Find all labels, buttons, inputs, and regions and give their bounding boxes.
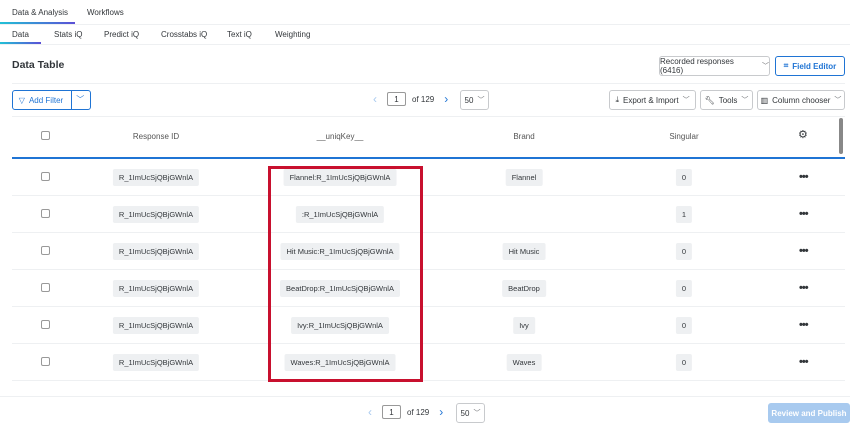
recorded-responses-dropdown[interactable]: Recorded responses (6416) ﹀: [659, 56, 770, 76]
bottom-pager: ‹ 1 of 129 ›: [368, 405, 443, 419]
brand-cell: BeatDrop: [502, 280, 546, 297]
prev-page-icon[interactable]: ‹: [373, 92, 377, 106]
divider: [0, 396, 850, 397]
brand-cell: Waves: [506, 354, 542, 371]
brand-cell: Hit Music: [502, 243, 546, 260]
response-id-cell: R_1ImUcSjQBjGWnlA: [112, 354, 200, 371]
columns-icon: ▥: [760, 95, 769, 105]
column-header-uniqkey[interactable]: __uniqKey__: [317, 132, 364, 141]
subtab-crosstabs-iq[interactable]: Crosstabs iQ: [161, 30, 207, 39]
singular-cell: 0: [675, 243, 693, 260]
field-editor-icon: ⌗: [783, 61, 789, 70]
page-input[interactable]: 1: [387, 92, 406, 106]
column-chooser-button[interactable]: ▥ Column chooser ﹀: [757, 90, 845, 110]
page-count: of 129: [407, 407, 430, 417]
page-title: Data Table: [12, 59, 65, 71]
response-id-cell: R_1ImUcSjQBjGWnlA: [112, 206, 200, 223]
review-and-publish-button[interactable]: Review and Publish: [768, 403, 850, 423]
more-actions-icon[interactable]: •••: [799, 319, 809, 331]
chevron-down-icon: ﹀: [477, 97, 485, 104]
divider: [12, 116, 845, 117]
tools-label: Tools: [718, 95, 738, 105]
row-checkbox[interactable]: [41, 320, 50, 329]
column-header-response-id[interactable]: Response ID: [133, 132, 179, 141]
brand-cell: Ivy: [513, 317, 535, 334]
singular-cell: 1: [675, 206, 693, 223]
chevron-down-icon: ﹀: [741, 97, 749, 104]
filter-dropdown-chevron-icon[interactable]: ﹀: [71, 91, 84, 109]
row-checkbox[interactable]: [41, 283, 50, 292]
response-id-cell: R_1ImUcSjQBjGWnlA: [112, 280, 200, 297]
export-import-button[interactable]: ⤓ Export & Import ﹀: [609, 90, 696, 110]
more-actions-icon[interactable]: •••: [799, 356, 809, 368]
next-page-icon[interactable]: ›: [444, 92, 448, 106]
divider: [12, 83, 845, 84]
per-page-select[interactable]: 50 ﹀: [456, 403, 485, 423]
next-page-icon[interactable]: ›: [439, 405, 443, 419]
row-checkbox[interactable]: [41, 246, 50, 255]
field-editor-label: Field Editor: [792, 61, 837, 71]
more-actions-icon[interactable]: •••: [799, 171, 809, 183]
page-count: of 129: [412, 94, 435, 104]
subtab-text-iq[interactable]: Text iQ: [227, 30, 252, 39]
active-tab-indicator: [0, 22, 75, 24]
top-pager: ‹ 1 of 129 ›: [373, 92, 448, 106]
more-actions-icon[interactable]: •••: [799, 245, 809, 257]
subtab-data[interactable]: Data: [12, 30, 29, 39]
singular-cell: 0: [675, 280, 693, 297]
active-subtab-indicator: [0, 42, 41, 44]
highlight-box: [268, 166, 423, 382]
page-input[interactable]: 1: [382, 405, 401, 419]
column-header-brand[interactable]: Brand: [513, 132, 534, 141]
more-actions-icon[interactable]: •••: [799, 208, 809, 220]
divider: [0, 44, 850, 45]
add-filter-label: Add Filter: [28, 95, 64, 105]
table-row: R_1ImUcSjQBjGWnlA Hit Music:R_1ImUcSjQBj…: [12, 233, 845, 270]
per-page-value: 50: [464, 95, 474, 105]
row-checkbox[interactable]: [41, 209, 50, 218]
prev-page-icon[interactable]: ‹: [368, 405, 372, 419]
chevron-down-icon: ﹀: [473, 410, 481, 417]
chevron-down-icon: ﹀: [682, 97, 690, 104]
per-page-select[interactable]: 50 ﹀: [460, 90, 489, 110]
brand-cell: Flannel: [505, 169, 543, 186]
wrench-icon: 🔧︎: [704, 95, 715, 105]
column-chooser-label: Column chooser: [772, 95, 831, 105]
tools-button[interactable]: 🔧︎ Tools ﹀: [700, 90, 753, 110]
divider: [0, 24, 850, 25]
singular-cell: 0: [675, 317, 693, 334]
recorded-responses-label: Recorded responses (6416): [660, 57, 734, 75]
select-all-checkbox[interactable]: [41, 131, 50, 140]
download-icon: ⤓: [615, 95, 619, 104]
response-id-cell: R_1ImUcSjQBjGWnlA: [112, 169, 200, 186]
table-row: R_1ImUcSjQBjGWnlA BeatDrop:R_1ImUcSjQBjG…: [12, 270, 845, 307]
table-row: R_1ImUcSjQBjGWnlA Ivy:R_1ImUcSjQBjGWnlA I…: [12, 307, 845, 344]
row-checkbox[interactable]: [41, 172, 50, 181]
response-id-cell: R_1ImUcSjQBjGWnlA: [112, 317, 200, 334]
filter-icon: ▽: [18, 95, 25, 105]
export-import-label: Export & Import: [622, 95, 679, 105]
add-filter-button[interactable]: ▽ Add Filter ﹀: [12, 90, 91, 110]
singular-cell: 0: [675, 354, 693, 371]
singular-cell: 0: [675, 169, 693, 186]
subtab-stats-iq[interactable]: Stats iQ: [54, 30, 82, 39]
tab-data-analysis[interactable]: Data & Analysis: [12, 8, 68, 17]
tab-workflows[interactable]: Workflows: [87, 8, 124, 17]
table-row: R_1ImUcSjQBjGWnlA Waves:R_1ImUcSjQBjGWnl…: [12, 344, 845, 381]
chevron-down-icon: ﹀: [834, 97, 842, 104]
more-actions-icon[interactable]: •••: [799, 282, 809, 294]
field-editor-button[interactable]: ⌗ Field Editor: [775, 56, 845, 76]
chevron-down-icon: ﹀: [762, 63, 769, 70]
response-id-cell: R_1ImUcSjQBjGWnlA: [112, 243, 200, 260]
gear-icon[interactable]: ⚙: [798, 128, 808, 141]
table-row: R_1ImUcSjQBjGWnlA Flannel:R_1ImUcSjQBjGW…: [12, 159, 845, 196]
row-checkbox[interactable]: [41, 357, 50, 366]
column-header-singular[interactable]: Singular: [669, 132, 698, 141]
scrollbar[interactable]: [839, 118, 843, 154]
subtab-weighting[interactable]: Weighting: [275, 30, 310, 39]
subtab-predict-iq[interactable]: Predict iQ: [104, 30, 139, 39]
per-page-value: 50: [460, 408, 470, 418]
table-row: R_1ImUcSjQBjGWnlA :R_1ImUcSjQBjGWnlA 1 ••…: [12, 196, 845, 233]
